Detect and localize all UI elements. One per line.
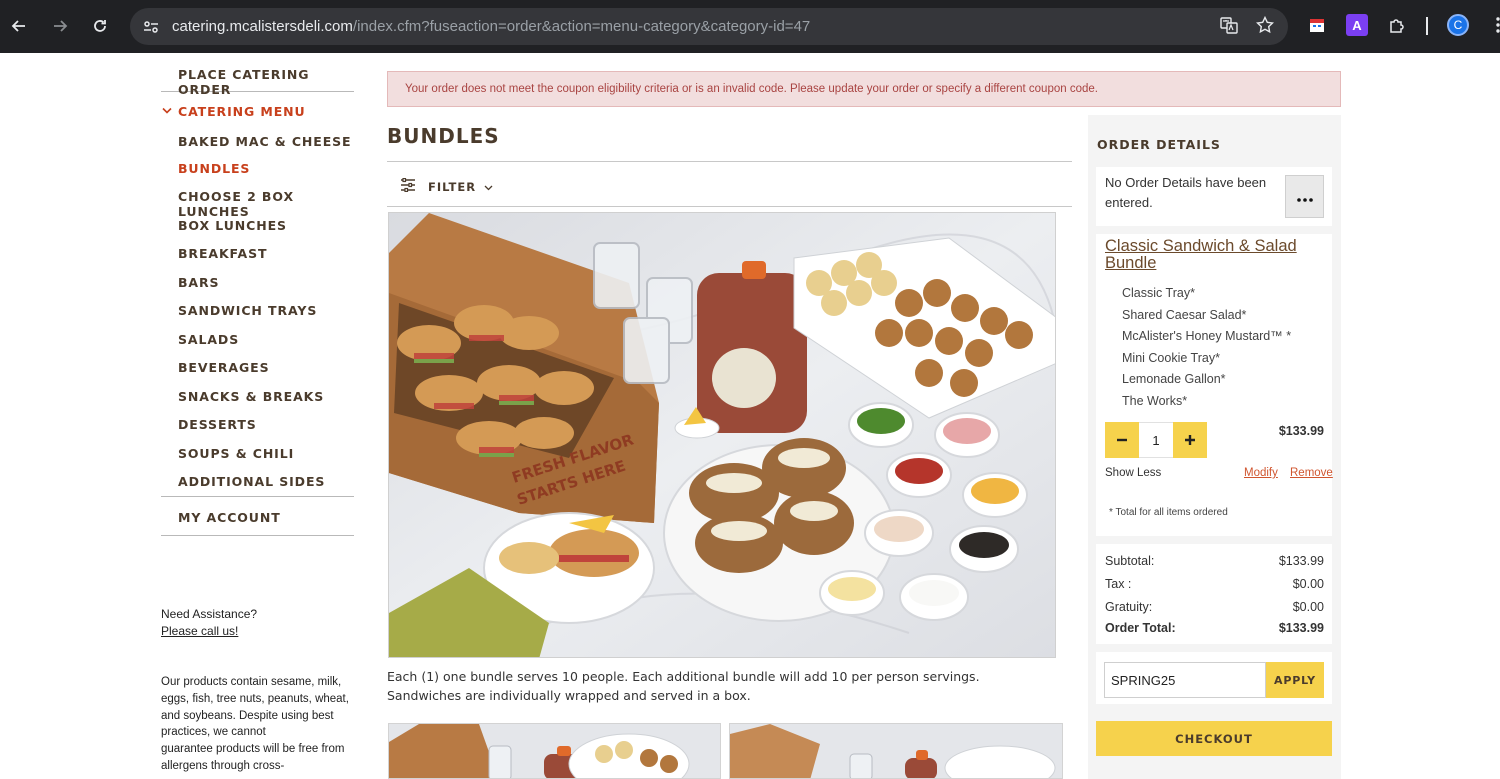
decrease-quantity-button[interactable] bbox=[1105, 422, 1139, 458]
place-catering-order-link[interactable]: PLACE CATERING ORDER bbox=[161, 67, 354, 97]
list-item: Mini Cookie Tray* bbox=[1122, 350, 1220, 365]
sidebar-item-soups-chili[interactable]: SOUPS & CHILI bbox=[161, 446, 354, 474]
order-totals: Subtotal: $133.99 Tax : $0.00 Gratuity: $0.… bbox=[1105, 549, 1324, 637]
show-less-link[interactable]: Show Less bbox=[1105, 467, 1161, 479]
no-details-text: No Order Details have been entered. bbox=[1105, 175, 1267, 210]
increase-quantity-button[interactable] bbox=[1173, 422, 1207, 458]
gratuity-row: Gratuity: $0.00 bbox=[1105, 599, 1324, 614]
checkout-button[interactable]: CHECKOUT bbox=[1096, 721, 1332, 756]
address-bar[interactable]: catering.mcalistersdeli.com/index.cfm?fu… bbox=[130, 8, 1288, 45]
quantity-stepper: 1 bbox=[1105, 422, 1207, 458]
filter-label: FILTER bbox=[428, 179, 477, 194]
translate-icon[interactable] bbox=[1220, 16, 1238, 38]
chevron-down-icon bbox=[484, 180, 493, 194]
list-item: The Works* bbox=[1122, 393, 1188, 408]
alert-text: Your order does not meet the coupon elig… bbox=[405, 83, 1098, 95]
quantity-value[interactable]: 1 bbox=[1139, 422, 1173, 458]
allergen-line: eggs, fish, tree nuts, peanuts, wheat, bbox=[161, 692, 349, 705]
chrome-menu-icon[interactable] bbox=[1487, 14, 1500, 36]
order-item-card: Classic Sandwich & Salad Bundle Classic … bbox=[1096, 234, 1333, 536]
extension-letter: A bbox=[1352, 17, 1362, 33]
sidebar-divider bbox=[161, 496, 354, 497]
sidebar-item-beverages[interactable]: BEVERAGES bbox=[161, 360, 354, 389]
sidebar-item-salads[interactable]: SALADS bbox=[161, 332, 354, 360]
ellipsis-icon bbox=[1296, 187, 1313, 206]
bundle-description: Each (1) one bundle serves 10 people. Ea… bbox=[387, 669, 980, 703]
subtotal-row: Subtotal: $133.99 bbox=[1105, 553, 1324, 568]
tax-row: Tax : $0.00 bbox=[1105, 576, 1324, 591]
apply-coupon-button[interactable]: APPLY bbox=[1266, 662, 1324, 698]
sidebar-item-baked-mac-cheese[interactable]: BAKED MAC & CHEESE bbox=[161, 132, 354, 161]
call-us-link[interactable]: Please call us! bbox=[161, 624, 238, 638]
sidebar-item-desserts[interactable]: DESSERTS bbox=[161, 417, 354, 446]
list-item: Shared Caesar Salad* bbox=[1122, 307, 1247, 322]
catering-menu-label: CATERING MENU bbox=[178, 104, 306, 119]
title-divider bbox=[387, 161, 1072, 162]
my-account-link[interactable]: MY ACCOUNT bbox=[161, 510, 354, 535]
order-total-row: Order Total: $133.99 bbox=[1105, 620, 1324, 635]
allergen-line: guarantee products will be free from bbox=[161, 743, 345, 756]
no-details-card: No Order Details have been entered. bbox=[1096, 167, 1332, 226]
filter-sliders-icon bbox=[400, 177, 416, 195]
allergen-line: allergens through cross- bbox=[161, 759, 285, 772]
profile-initial: C bbox=[1453, 18, 1463, 32]
bundle-hero-image[interactable]: FRESH FLAVOR STARTS HERE bbox=[388, 212, 1056, 658]
order-details-title: ORDER DETAILS bbox=[1097, 137, 1221, 152]
sidebar-item-breakfast[interactable]: BREAKFAST bbox=[161, 246, 354, 275]
profile-avatar[interactable]: C bbox=[1447, 14, 1469, 36]
item-price: $133.99 bbox=[1278, 424, 1324, 438]
sidebar-divider bbox=[161, 535, 354, 536]
assistance-block: Need Assistance? Please call us! bbox=[161, 606, 257, 640]
product-thumbnail-2[interactable] bbox=[729, 723, 1063, 779]
reload-icon[interactable] bbox=[86, 12, 114, 40]
allergen-line: Our products contain sesame, milk, bbox=[161, 676, 342, 688]
forward-icon[interactable] bbox=[46, 12, 74, 40]
allergen-line: and soybeans. Despite using best bbox=[161, 709, 334, 722]
allergen-line: practices, we cannot bbox=[161, 726, 266, 739]
list-item: Lemonade Gallon* bbox=[1122, 372, 1226, 387]
sidebar-item-choose-2-box-lunches[interactable]: CHOOSE 2 BOX LUNCHES bbox=[161, 189, 354, 219]
assistance-text: Need Assistance? bbox=[161, 607, 258, 621]
sidebar-item-sandwich-trays[interactable]: SANDWICH TRAYS bbox=[161, 303, 354, 332]
sidebar-item-bundles[interactable]: BUNDLES bbox=[161, 161, 354, 189]
total-footnote: * Total for all items ordered bbox=[1109, 507, 1228, 518]
list-item: Classic Tray* bbox=[1122, 286, 1195, 300]
calendar-extension-icon[interactable] bbox=[1306, 14, 1328, 36]
back-icon[interactable] bbox=[5, 12, 33, 40]
sidebar-item-additional-sides[interactable]: ADDITIONAL SIDES bbox=[161, 474, 354, 496]
remove-link[interactable]: Remove bbox=[1290, 467, 1333, 479]
sidebar-nav: PLACE CATERING ORDER CATERING MENU BAKED… bbox=[161, 53, 354, 536]
sidebar-item-snacks-breaks[interactable]: SNACKS & BREAKS bbox=[161, 389, 354, 417]
list-item: McAlister's Honey Mustard™ * bbox=[1122, 329, 1292, 344]
menu-categories: BAKED MAC & CHEESE BUNDLES CHOOSE 2 BOX … bbox=[161, 132, 354, 496]
extension-a-icon[interactable]: A bbox=[1346, 14, 1368, 36]
allergen-notice: Our products contain sesame, milk, eggs,… bbox=[161, 674, 361, 775]
order-item-name-link[interactable]: Classic Sandwich & Salad Bundle bbox=[1105, 238, 1325, 272]
coupon-error-alert: Your order does not meet the coupon elig… bbox=[387, 71, 1341, 107]
filter-divider bbox=[387, 206, 1072, 207]
bundle-components-list: Classic Tray* Shared Caesar Salad* McAli… bbox=[1122, 283, 1291, 413]
sidebar-item-bars[interactable]: BARS bbox=[161, 275, 354, 303]
bookmark-star-icon[interactable] bbox=[1255, 15, 1275, 38]
url-text: catering.mcalistersdeli.com/index.cfm?fu… bbox=[172, 18, 811, 35]
more-options-button[interactable] bbox=[1285, 175, 1324, 218]
coupon-code-input[interactable] bbox=[1104, 662, 1266, 698]
sidebar-item-box-lunches[interactable]: BOX LUNCHES bbox=[161, 218, 354, 246]
modify-link[interactable]: Modify bbox=[1244, 467, 1278, 479]
plus-icon bbox=[1185, 435, 1195, 445]
browser-toolbar: catering.mcalistersdeli.com/index.cfm?fu… bbox=[0, 0, 1500, 53]
product-thumbnail-1[interactable] bbox=[388, 723, 721, 779]
page-title: BUNDLES bbox=[387, 124, 500, 148]
minus-icon bbox=[1117, 438, 1127, 442]
toolbar-separator bbox=[1426, 17, 1428, 35]
filter-button[interactable]: FILTER bbox=[400, 177, 493, 195]
extensions-puzzle-icon[interactable] bbox=[1386, 14, 1408, 36]
site-info-icon[interactable] bbox=[142, 18, 160, 36]
catering-menu-header[interactable]: CATERING MENU bbox=[161, 92, 354, 128]
